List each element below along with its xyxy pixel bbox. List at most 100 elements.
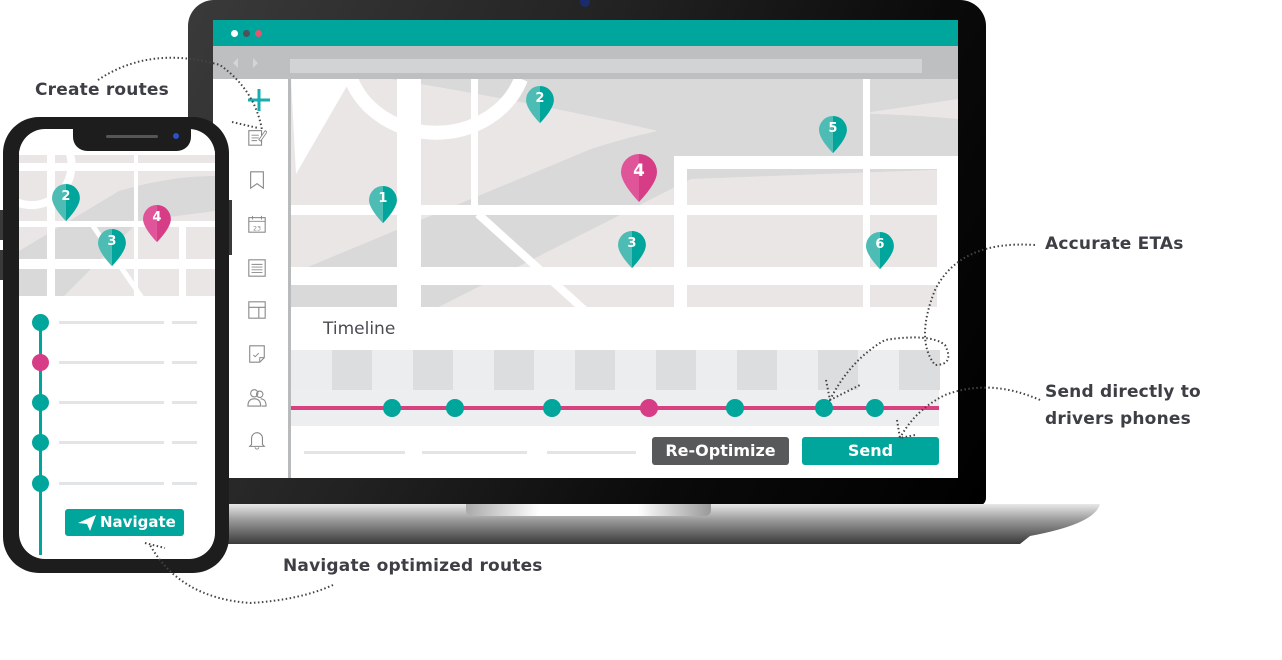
phone-notch xyxy=(73,129,191,151)
placeholder-line xyxy=(304,451,405,454)
callout-accurate-etas: Accurate ETAs xyxy=(1045,234,1184,254)
phone-stop[interactable] xyxy=(32,475,49,492)
phone-stop-placeholder-line xyxy=(59,361,164,364)
placeholder-line xyxy=(422,451,527,454)
phone-stop-placeholder-line xyxy=(172,401,197,404)
layout-icon[interactable] xyxy=(247,299,267,321)
timeline-hour-cell xyxy=(574,350,616,390)
timeline-hour-cell xyxy=(372,350,413,390)
map-pin-label: 4 xyxy=(633,160,645,180)
timeline-stop[interactable] xyxy=(726,399,744,417)
list-icon[interactable] xyxy=(247,257,267,279)
laptop-hinge-notch xyxy=(466,504,711,516)
map-pin[interactable]: 1 xyxy=(369,186,397,224)
phone-front-camera xyxy=(173,133,179,139)
map-pin[interactable]: 3 xyxy=(618,231,646,269)
timeline-hour-cell xyxy=(858,350,899,390)
map-pin[interactable]: 4 xyxy=(143,205,171,243)
timeline-stop[interactable] xyxy=(866,399,884,417)
navigation-arrow-icon xyxy=(78,515,96,531)
phone-speaker xyxy=(106,135,158,138)
phone-stop-placeholder-line xyxy=(59,401,164,404)
timeline-stop[interactable] xyxy=(640,399,658,417)
users-icon[interactable] xyxy=(247,386,267,408)
forward-arrow-icon[interactable] xyxy=(253,58,258,68)
phone-map-streets xyxy=(19,151,215,301)
timeline-track[interactable] xyxy=(291,390,939,426)
phone-screen: 2 3 4 Navigate xyxy=(19,129,215,559)
timeline-hour-cell xyxy=(534,350,575,390)
phone: 2 3 4 Navigate xyxy=(3,117,229,573)
map-pin-label: 6 xyxy=(875,236,885,252)
callout-create-routes: Create routes xyxy=(35,80,169,100)
reoptimize-button[interactable]: Re-Optimize xyxy=(652,437,789,465)
timeline-hour-cell xyxy=(817,350,859,390)
window-dot-maximize[interactable] xyxy=(255,30,262,37)
timeline-stop[interactable] xyxy=(383,399,401,417)
placeholder-line xyxy=(547,451,636,454)
map-pin-label: 3 xyxy=(107,233,117,249)
phone-stop[interactable] xyxy=(32,434,49,451)
checked-doc-icon[interactable] xyxy=(247,343,267,365)
phone-stop-placeholder-line xyxy=(59,482,164,485)
plus-icon[interactable] xyxy=(246,87,272,113)
timeline-hour-cell xyxy=(777,350,818,390)
map-pin-label: 5 xyxy=(828,120,838,136)
phone-stop-placeholder-line xyxy=(172,482,197,485)
navigate-button[interactable]: Navigate xyxy=(65,509,184,536)
timeline-hour-cell xyxy=(615,350,656,390)
timeline-hour-cell xyxy=(493,350,535,390)
browser-titlebar xyxy=(213,20,958,46)
phone-stop[interactable] xyxy=(32,394,49,411)
map-pin-label: 1 xyxy=(378,190,388,206)
map-pin-label: 2 xyxy=(535,90,545,106)
callout-send-directly-line1: Send directly to xyxy=(1045,382,1201,402)
map-pin[interactable]: 6 xyxy=(866,232,894,270)
phone-stop-placeholder-line xyxy=(172,321,197,324)
phone-route-map[interactable]: 2 3 4 xyxy=(19,151,215,301)
timeline-hour-cell xyxy=(291,350,332,390)
window-dot-close[interactable] xyxy=(231,30,238,37)
route-map[interactable]: 1 2 3 4 5 6 7 xyxy=(291,79,958,316)
map-pin[interactable]: 2 xyxy=(52,184,80,222)
navigate-label: Navigate xyxy=(100,513,176,531)
bell-icon[interactable] xyxy=(247,429,267,451)
edit-note-icon[interactable] xyxy=(247,126,267,148)
bookmark-icon[interactable] xyxy=(247,169,267,191)
timeline-hour-grid xyxy=(291,350,940,390)
send-button[interactable]: Send xyxy=(802,437,939,465)
laptop-screen: 23 1 2 3 4 5 6 Timeline Re-Optimize Send xyxy=(213,20,958,478)
phone-stop[interactable] xyxy=(32,354,49,371)
svg-text:23: 23 xyxy=(253,225,261,232)
phone-stop[interactable] xyxy=(32,314,49,331)
back-arrow-icon[interactable] xyxy=(233,58,238,68)
timeline-hour-cell xyxy=(655,350,697,390)
phone-stop-placeholder-line xyxy=(59,321,164,324)
timeline-hour-cell xyxy=(696,350,737,390)
map-pin[interactable]: 5 xyxy=(819,116,847,154)
map-pin[interactable]: 3 xyxy=(98,229,126,267)
callout-navigate-optimized: Navigate optimized routes xyxy=(283,556,543,576)
map-pin[interactable]: 4 xyxy=(621,154,657,202)
map-pin[interactable]: 2 xyxy=(526,86,554,124)
url-bar[interactable] xyxy=(290,59,922,73)
calendar-icon[interactable]: 23 xyxy=(247,213,267,235)
map-pin-label: 3 xyxy=(627,235,637,251)
window-dot-minimize[interactable] xyxy=(243,30,250,37)
timeline-hour-cell xyxy=(453,350,494,390)
timeline-stop[interactable] xyxy=(446,399,464,417)
browser-navbar xyxy=(213,46,958,79)
timeline-panel: Timeline Re-Optimize Send xyxy=(291,316,958,478)
timeline-stop[interactable] xyxy=(815,399,833,417)
timeline-hour-cell xyxy=(331,350,373,390)
phone-stop-placeholder-line xyxy=(172,361,197,364)
timeline-stop[interactable] xyxy=(543,399,561,417)
timeline-hour-cell xyxy=(736,350,778,390)
timeline-hour-cell xyxy=(412,350,454,390)
timeline-hour-cell xyxy=(898,350,940,390)
phone-stop-placeholder-line xyxy=(172,441,197,444)
callout-send-directly-line2: drivers phones xyxy=(1045,409,1191,429)
map-pin-label: 2 xyxy=(61,188,71,204)
map-pin-label: 4 xyxy=(152,209,162,225)
timeline-title: Timeline xyxy=(323,319,396,339)
